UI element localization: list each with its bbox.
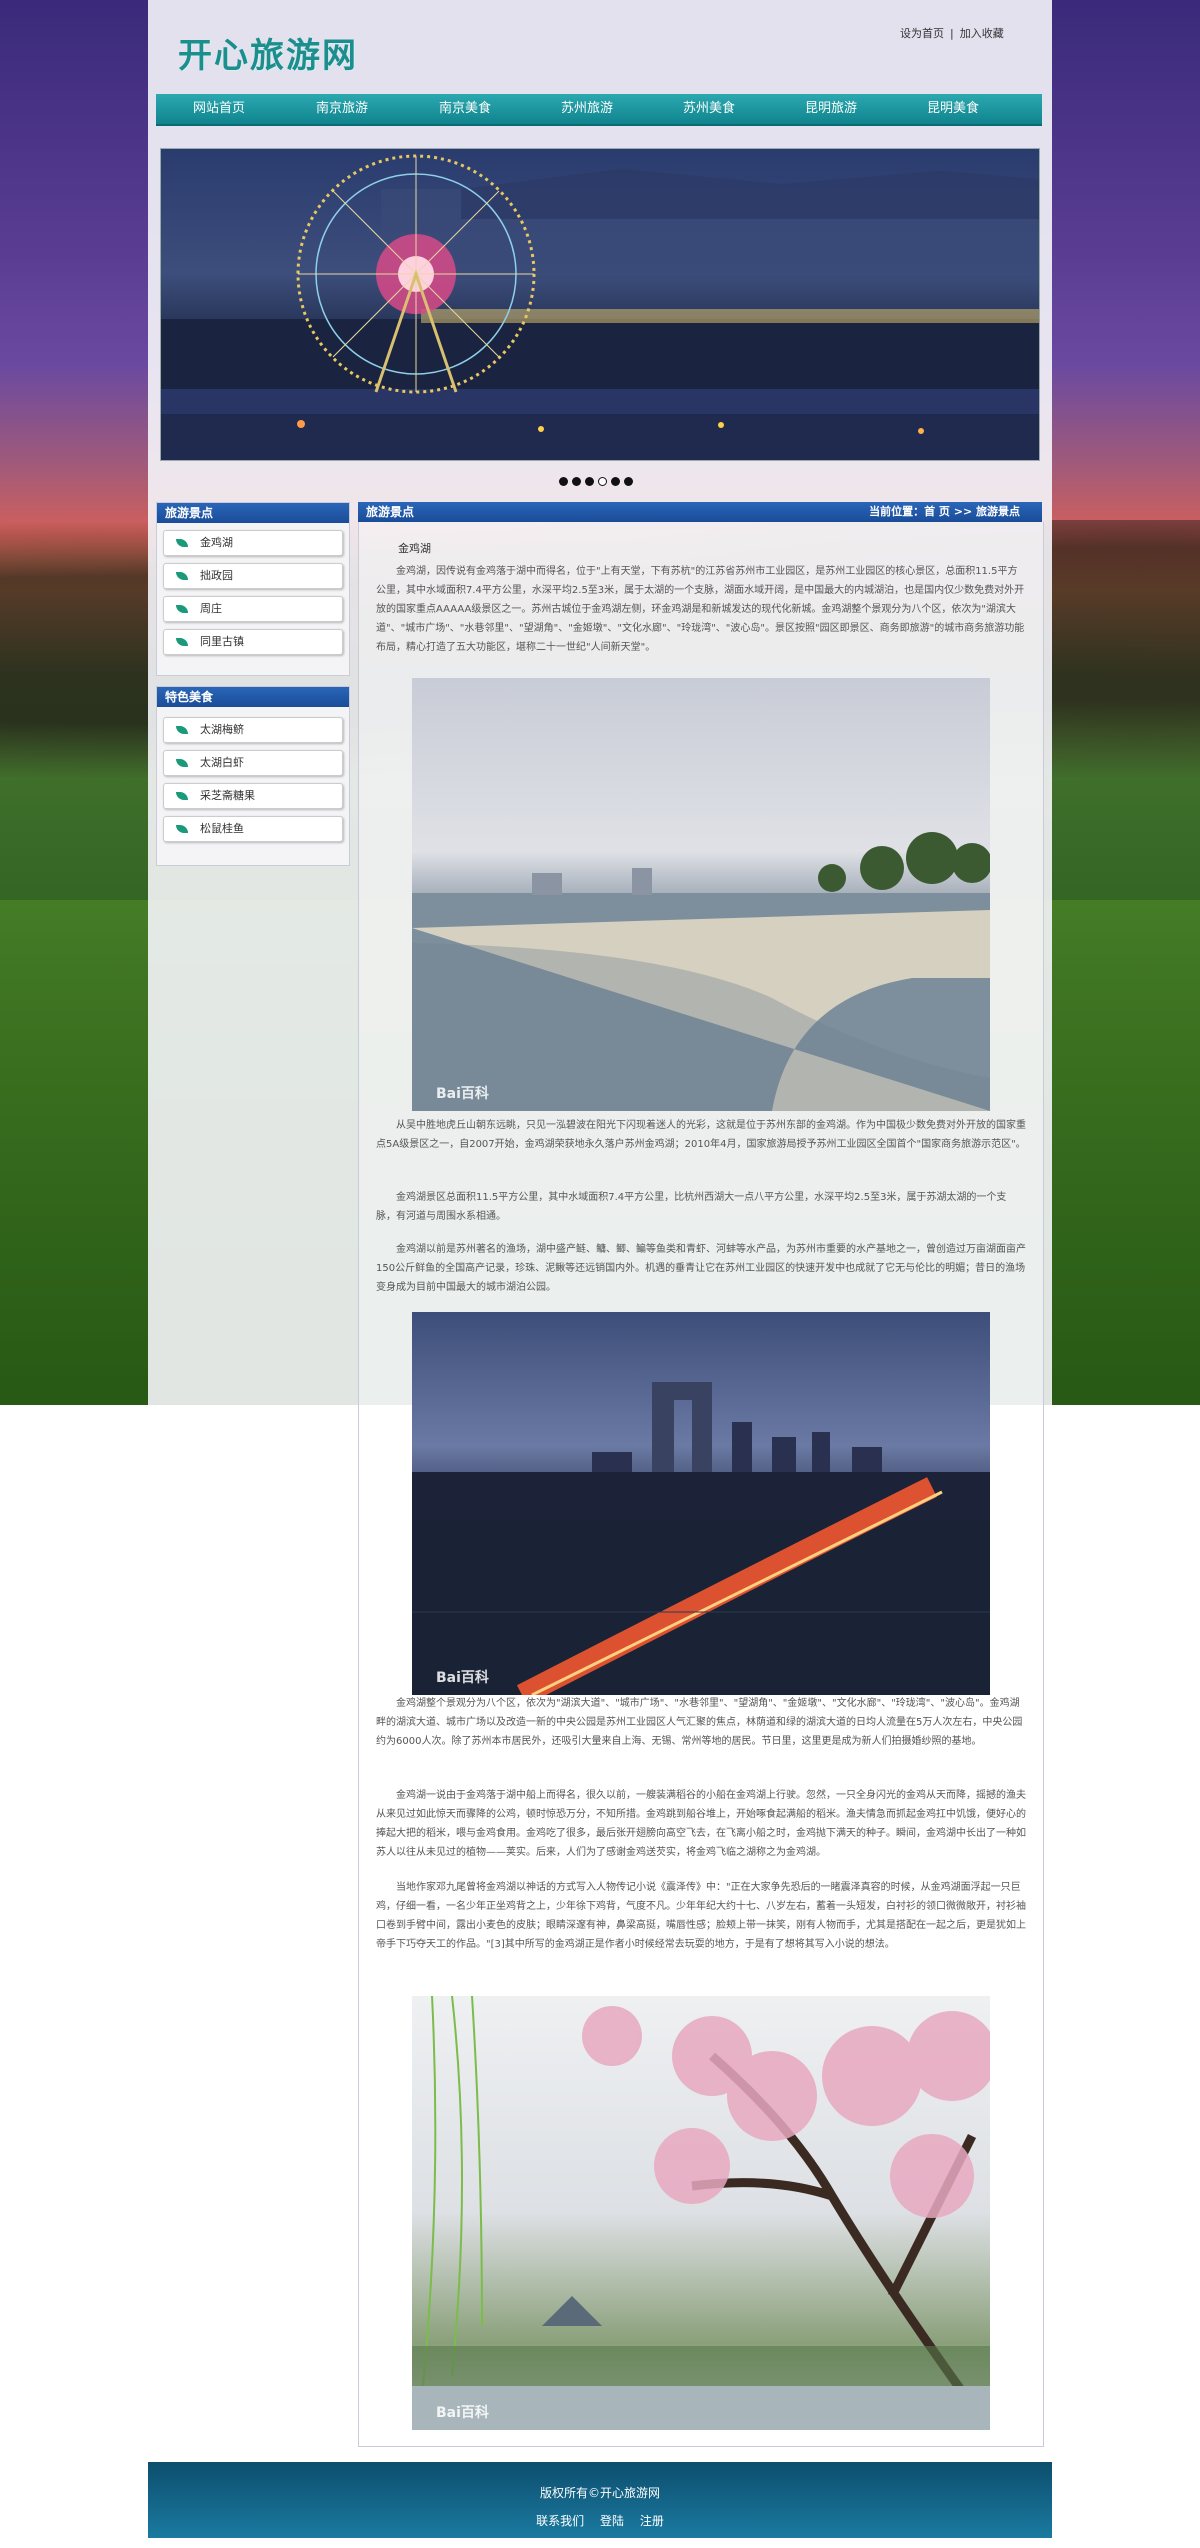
leaf-icon [176,638,188,646]
sidebar-item-caizhizhai[interactable]: 采芝斋糖果 [163,783,343,809]
slider-dot[interactable] [559,477,568,486]
sidebar-spots-title: 旅游景点 [157,503,349,523]
article-paragraph: 金鸡湖以前是苏州著名的渔场，湖中盛产鲢、鳙、鲫、鳊等鱼类和青虾、河蚌等水产品，为… [376,1244,1026,1293]
sidebar-item-taihu-baixia[interactable]: 太湖白虾 [163,750,343,776]
article-paragraph: 金鸡湖一说由于金鸡落于湖中船上而得名，很久以前，一艘装满稻谷的小船在金鸡湖上行驶… [376,1790,1026,1858]
sidebar-item-label: 松鼠桂鱼 [200,822,244,835]
content-title: 旅游景点 [366,505,415,519]
lake-promenade-icon [412,832,990,1111]
article-paragraph: 当地作家邓九尾曾将金鸡湖以神话的方式写入人物传记小说《震泽传》中："正在大家争先… [376,1882,1026,1950]
footer-links: 联系我们 登陆 注册 [148,2512,1052,2529]
nav-item-kunming-travel[interactable]: 昆明旅游 [776,94,886,124]
main-nav: 网站首页 南京旅游 南京美食 苏州旅游 苏州美食 昆明旅游 昆明美食 [156,94,1042,126]
article-photo-lake-shore: Bai百科 [412,678,990,1111]
sidebar-item-zhouzhuang[interactable]: 周庄 [163,596,343,622]
nav-item-suzhou-food[interactable]: 苏州美食 [654,94,764,124]
sidebar-spots-panel: 旅游景点 金鸡湖 拙政园 周庄 同里古镇 [156,502,350,676]
ferris-wheel-night-scene-icon [161,154,1039,460]
add-favorite-link[interactable]: 加入收藏 [960,27,1004,40]
city-night-bridge-icon [412,1382,990,1695]
sidebar-item-songshu-guiyu[interactable]: 松鼠桂鱼 [163,816,343,842]
nav-item-nanjing-travel[interactable]: 南京旅游 [287,94,397,124]
cherry-blossom-tree-icon [412,1996,990,2430]
article-paragraph: 金鸡湖景区总面积11.5平方公里，其中水域面积7.4平方公里，比杭州西湖大一点八… [376,1192,1007,1222]
top-links-separator: | [950,27,954,40]
article-photo-blossom: Bai百科 [412,1996,990,2430]
nav-item-nanjing-food[interactable]: 南京美食 [410,94,520,124]
sidebar-item-label: 金鸡湖 [200,536,233,549]
slider-dot-active[interactable] [598,477,607,486]
slider-dot[interactable] [624,477,633,486]
sidebar-item-label: 采芝斋糖果 [200,789,255,802]
leaf-icon [176,539,188,547]
sidebar-item-label: 同里古镇 [200,635,244,648]
banner-image[interactable] [160,148,1040,461]
sidebar-food-title: 特色美食 [157,687,349,707]
leaf-icon [176,726,188,734]
article-paragraph: 从吴中胜地虎丘山朝东远眺，只见一泓碧波在阳光下闪现着迷人的光彩，这就是位于苏州东… [376,1120,1026,1150]
sidebar-item-zhuozhengyuan[interactable]: 拙政园 [163,563,343,589]
leaf-icon [176,759,188,767]
article-paragraph: 金鸡湖整个景观分为八个区，依次为"湖滨大道"、"城市广场"、"水巷邻里"、"望湖… [376,1698,1023,1747]
leaf-icon [176,605,188,613]
top-links: 设为首页 | 加入收藏 [900,25,1004,41]
sidebar-item-label: 太湖梅鲚 [200,723,244,736]
nav-item-kunming-food[interactable]: 昆明美食 [898,94,1008,124]
nav-item-home[interactable]: 网站首页 [164,94,274,124]
nav-item-suzhou-travel[interactable]: 苏州旅游 [532,94,642,124]
article-photo-city-night: Bai百科 [412,1312,990,1695]
slider-dots [559,475,637,487]
leaf-icon [176,572,188,580]
slider-dot[interactable] [585,477,594,486]
site-logo[interactable]: 开心旅游网 [178,28,358,77]
set-home-link[interactable]: 设为首页 [900,27,944,40]
sidebar-item-jinjihu[interactable]: 金鸡湖 [163,530,343,556]
sidebar-item-label: 周庄 [200,602,222,615]
breadcrumb[interactable]: 当前位置：首 页 >> 旅游景点 [869,502,1020,522]
article-title: 金鸡湖 [398,542,431,555]
watermark: Bai百科 [436,1670,489,1686]
sidebar-item-label: 拙政园 [200,569,233,582]
sidebar-item-label: 太湖白虾 [200,756,244,769]
slider-dot[interactable] [611,477,620,486]
slider-dot[interactable] [572,477,581,486]
watermark: Bai百科 [436,1086,489,1102]
footer-copyright: 版权所有©开心旅游网 [539,2486,660,2500]
article-paragraph: 金鸡湖，因传说有金鸡落于湖中而得名，位于"上有天堂，下有苏杭"的江苏省苏州市工业… [376,566,1025,653]
login-link[interactable]: 登陆 [594,2514,630,2528]
sidebar-food-panel: 特色美食 太湖梅鲚 太湖白虾 采芝斋糖果 松鼠桂鱼 [156,686,350,866]
sidebar-item-taihu-meiji[interactable]: 太湖梅鲚 [163,717,343,743]
sidebar-item-tongli[interactable]: 同里古镇 [163,629,343,655]
leaf-icon [176,825,188,833]
contact-link[interactable]: 联系我们 [530,2514,590,2528]
content-header: 旅游景点 当前位置：首 页 >> 旅游景点 [358,502,1042,522]
watermark: Bai百科 [436,2405,489,2421]
register-link[interactable]: 注册 [634,2514,670,2528]
footer: 版权所有©开心旅游网 联系我们 登陆 注册 [148,2462,1052,2538]
leaf-icon [176,792,188,800]
